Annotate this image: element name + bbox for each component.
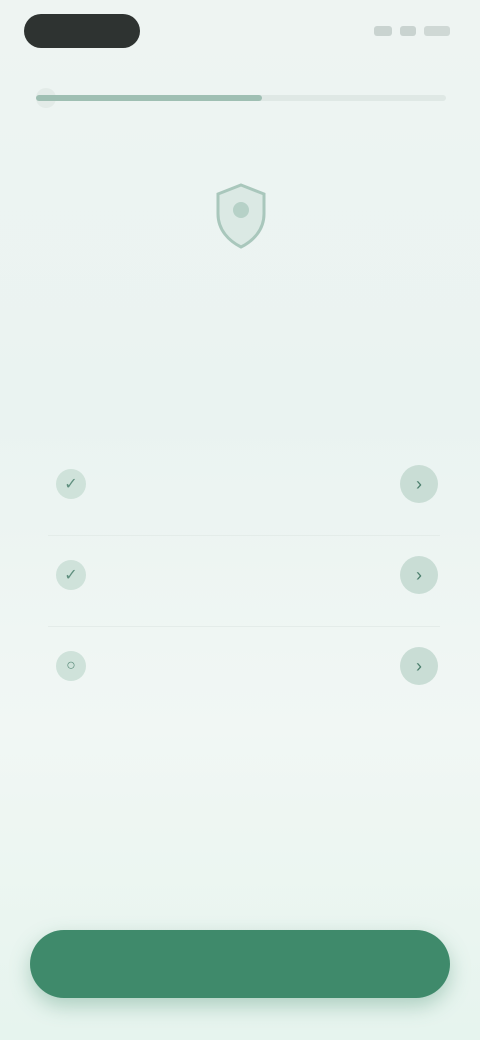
check-circle-icon: ✓ xyxy=(56,469,86,499)
shield-icon xyxy=(212,182,270,250)
list-item[interactable]: ○ › xyxy=(48,627,440,717)
status-icons xyxy=(374,24,450,38)
progress-bar xyxy=(36,95,446,101)
chevron-right-icon[interactable]: › xyxy=(400,556,438,594)
continue-button[interactable] xyxy=(30,930,450,998)
list-item[interactable]: ✓ › xyxy=(48,536,440,627)
status-time xyxy=(24,14,140,48)
check-circle-icon: ✓ xyxy=(56,560,86,590)
checklist: ✓ › ✓ › ○ › xyxy=(48,445,440,717)
battery-icon xyxy=(424,26,450,36)
wifi-icon xyxy=(400,26,416,36)
circle-icon: ○ xyxy=(56,651,86,681)
signal-icon xyxy=(374,26,392,36)
status-bar xyxy=(0,0,480,60)
chevron-right-icon[interactable]: › xyxy=(400,465,438,503)
progress-fill xyxy=(36,95,262,101)
list-item[interactable]: ✓ › xyxy=(48,445,440,536)
chevron-right-icon[interactable]: › xyxy=(400,647,438,685)
